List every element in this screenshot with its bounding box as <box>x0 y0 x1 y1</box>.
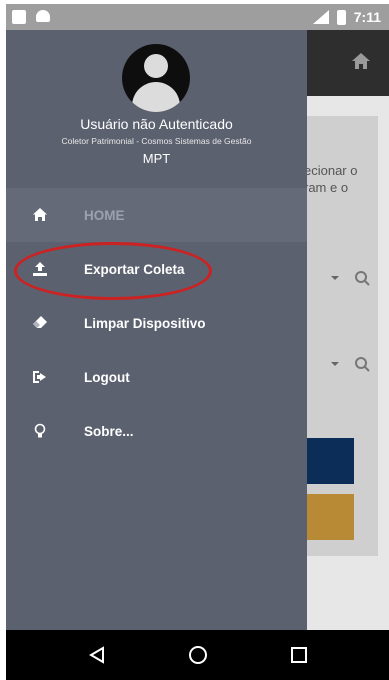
back-icon <box>88 646 104 664</box>
lightbulb-icon <box>34 423 46 438</box>
navigation-bar <box>6 630 389 680</box>
user-name: Usuário não Autenticado <box>80 116 233 132</box>
home-circle-icon <box>188 646 207 664</box>
home-icon <box>33 208 47 221</box>
drawer-menu: HOME Exportar Coleta Limpar Dispositivo <box>6 188 307 458</box>
menu-item-label: Limpar Dispositivo <box>84 315 206 331</box>
back-button[interactable] <box>86 644 108 666</box>
menu-item-label: Sobre... <box>84 423 134 439</box>
recents-button[interactable] <box>288 644 310 666</box>
avatar <box>122 44 190 112</box>
device-screen: 7:11 ecionar o ram e o Usuário não Auten… <box>6 4 389 680</box>
drawer-header: Usuário não Autenticado Coletor Patrimon… <box>6 30 307 180</box>
status-bar: 7:11 <box>6 4 389 30</box>
menu-item-logout[interactable]: Logout <box>6 350 307 404</box>
logout-icon <box>33 371 46 383</box>
sd-card-icon <box>12 10 26 24</box>
home-icon[interactable] <box>351 52 371 70</box>
user-org: MPT <box>142 151 171 166</box>
signal-icon <box>312 10 329 24</box>
user-subtitle: Coletor Patrimonial - Cosmos Sistemas de… <box>61 136 252 146</box>
navigation-drawer: Usuário não Autenticado Coletor Patrimon… <box>6 30 307 630</box>
menu-item-label: Exportar Coleta <box>84 261 185 277</box>
recents-icon <box>290 647 307 663</box>
menu-item-home[interactable]: HOME <box>6 188 307 242</box>
eraser-icon <box>33 316 47 328</box>
home-button[interactable] <box>187 644 209 666</box>
search-icon[interactable] <box>329 270 373 286</box>
menu-item-label: HOME <box>84 207 125 223</box>
menu-item-exportar-coleta[interactable]: Exportar Coleta <box>6 242 307 296</box>
status-time: 7:11 <box>353 9 381 25</box>
app-partial-text: ecionar o ram e o <box>304 163 358 195</box>
menu-item-limpar-dispositivo[interactable]: Limpar Dispositivo <box>6 296 307 350</box>
dropdown-search-row-2[interactable] <box>329 356 373 377</box>
upload-icon <box>33 262 47 276</box>
menu-item-label: Logout <box>84 369 130 385</box>
search-icon[interactable] <box>329 356 373 372</box>
android-icon <box>36 10 50 22</box>
battery-icon <box>336 9 346 25</box>
menu-item-sobre[interactable]: Sobre... <box>6 404 307 458</box>
dropdown-search-row-1[interactable] <box>329 270 373 291</box>
